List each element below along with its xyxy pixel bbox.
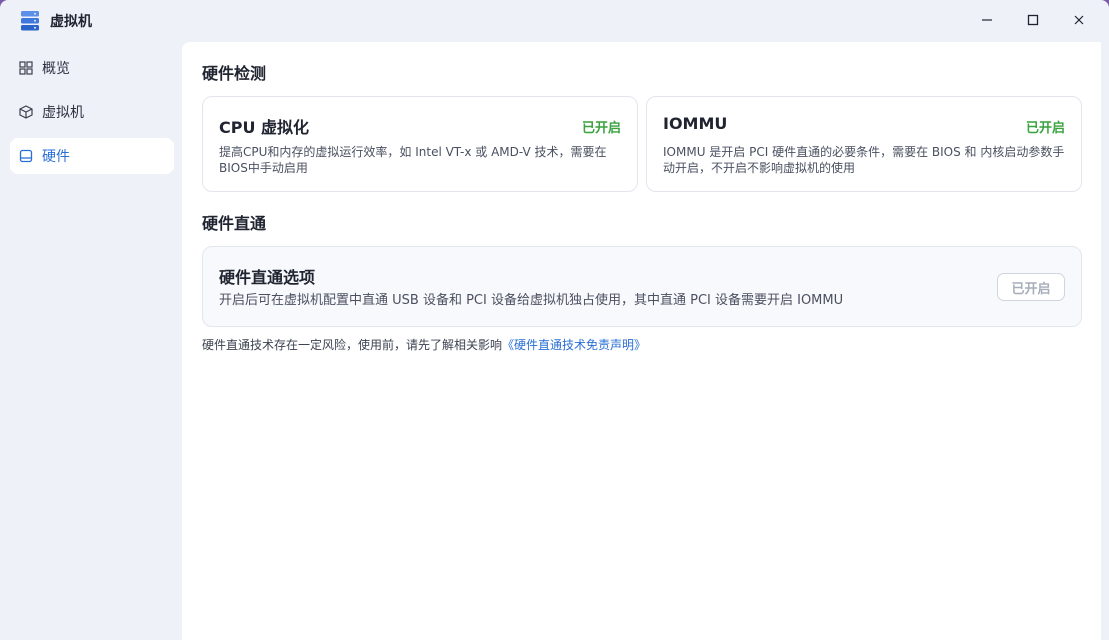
sidebar-item-label: 概览: [42, 61, 70, 77]
maximize-button[interactable]: [1010, 0, 1056, 40]
server-stack-icon: [20, 10, 40, 32]
section-title-detection: 硬件检测: [202, 64, 267, 83]
passthrough-options-card: 硬件直通选项 开启后可在虚拟机配置中直通 USB 设备和 PCI 设备给虚拟机独…: [202, 246, 1082, 327]
main-content: 硬件检测 CPU 虚拟化 已开启 提高CPU和内存的虚拟运行效率，如 Intel…: [182, 42, 1101, 640]
window-title: 虚拟机: [50, 14, 92, 30]
card-description: IOMMU 是开启 PCI 硬件直通的必要条件，需要在 BIOS 和 内核启动参…: [663, 144, 1064, 176]
card-description-line: 动开启，不开启不影响虚拟机的使用: [663, 161, 856, 175]
risk-note-text: 硬件直通技术存在一定风险，使用前，请先了解相关影响: [202, 338, 503, 352]
minimize-button[interactable]: [964, 0, 1010, 40]
grid-icon: [19, 61, 33, 75]
status-badge: 已开启: [1025, 121, 1065, 136]
iommu-card: IOMMU 已开启 IOMMU 是开启 PCI 硬件直通的必要条件，需要在 BI…: [646, 96, 1082, 192]
passthrough-enabled-button[interactable]: 已开启: [997, 273, 1065, 301]
cpu-virtualization-card: CPU 虚拟化 已开启 提高CPU和内存的虚拟运行效率，如 Intel VT-x…: [202, 96, 638, 192]
minimize-icon: [981, 11, 993, 30]
sidebar-item-label: 硬件: [42, 149, 70, 165]
title-bar: 虚拟机: [0, 0, 1109, 42]
close-button[interactable]: [1056, 0, 1102, 40]
sidebar-item-vm[interactable]: 虚拟机: [10, 94, 174, 130]
disclaimer-link[interactable]: 《硬件直通技术免责声明》: [502, 338, 646, 352]
sidebar-item-overview[interactable]: 概览: [10, 50, 174, 86]
sidebar-item-hardware[interactable]: 硬件: [10, 138, 174, 174]
app-window: 虚拟机 概览 虚拟机 硬件 硬件检测 CPU 虚拟化 已开启 提高CPU和内存的…: [0, 0, 1109, 640]
maximize-icon: [1027, 11, 1039, 30]
sidebar-item-label: 虚拟机: [42, 105, 84, 121]
card-description-line: 提高CPU和内存的虚拟运行效率，如 Intel VT-x 或 AMD-V 技术，…: [219, 145, 607, 159]
sidebar: 概览 虚拟机 硬件: [0, 42, 182, 640]
card-description-line: BIOS中手动启用: [219, 161, 308, 175]
card-description-line: IOMMU 是开启 PCI 硬件直通的必要条件，需要在 BIOS 和 内核启动参…: [663, 145, 1065, 159]
risk-note: 硬件直通技术存在一定风险，使用前，请先了解相关影响《硬件直通技术免责声明》: [202, 336, 646, 353]
drive-icon: [19, 149, 33, 163]
card-title: 硬件直通选项: [219, 268, 316, 287]
status-badge: 已开启: [581, 121, 621, 136]
close-icon: [1073, 11, 1085, 30]
card-description: 开启后可在虚拟机配置中直通 USB 设备和 PCI 设备给虚拟机独占使用，其中直…: [219, 293, 844, 308]
section-title-passthrough: 硬件直通: [202, 214, 267, 233]
card-title: IOMMU: [663, 114, 728, 133]
cube-icon: [19, 105, 33, 119]
card-description: 提高CPU和内存的虚拟运行效率，如 Intel VT-x 或 AMD-V 技术，…: [219, 144, 607, 176]
card-title: CPU 虚拟化: [219, 118, 310, 137]
